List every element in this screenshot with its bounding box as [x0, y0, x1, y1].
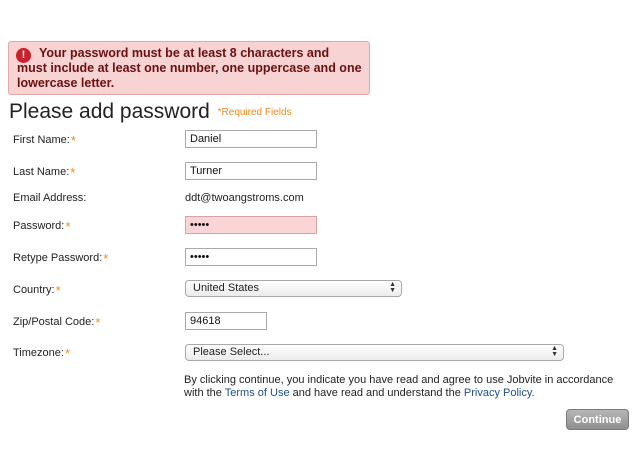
zip-input[interactable] — [185, 312, 267, 330]
required-star: * — [64, 346, 71, 361]
password-label-text: Password: — [13, 220, 65, 232]
zip-label-text: Zip/Postal Code: — [13, 316, 95, 328]
updown-arrows-icon: ▲ ▼ — [551, 345, 558, 358]
timezone-label-text: Timezone: — [13, 347, 64, 359]
required-star: * — [65, 219, 71, 234]
first-name-label: First Name:* — [13, 133, 76, 148]
disclaimer-text: and have read and understand the — [289, 387, 464, 399]
email-value: ddt@twoangstroms.com — [185, 192, 304, 204]
retype-password-input[interactable] — [185, 248, 317, 266]
country-select[interactable]: United States ▲ ▼ — [185, 280, 402, 297]
last-name-input[interactable] — [185, 162, 317, 180]
continue-button[interactable]: Continue — [566, 409, 629, 430]
terms-disclaimer: By clicking continue, you indicate you h… — [184, 374, 629, 400]
password-label: Password:* — [13, 219, 70, 234]
terms-of-use-link[interactable]: Terms of Use — [225, 387, 290, 399]
last-name-label: Last Name:* — [13, 165, 75, 180]
zip-label: Zip/Postal Code:* — [13, 315, 100, 330]
country-select-value: United States — [193, 282, 260, 294]
page-title: Please add password *Required Fields — [9, 100, 292, 124]
password-input[interactable] — [185, 216, 317, 234]
first-name-input[interactable] — [185, 130, 317, 148]
required-star: * — [55, 283, 61, 298]
country-label: Country:* — [13, 283, 61, 298]
email-label: Email Address: — [13, 192, 87, 204]
privacy-policy-link[interactable]: Privacy Policy — [464, 387, 532, 399]
error-banner: ! Your password must be at least 8 chara… — [8, 41, 370, 95]
retype-password-label-text: Retype Password: — [13, 252, 103, 264]
disclaimer-text: . — [531, 387, 535, 399]
timezone-select[interactable]: Please Select... ▲ ▼ — [185, 344, 564, 361]
error-message: Your password must be at least 8 charact… — [17, 46, 362, 90]
first-name-label-text: First Name: — [13, 134, 70, 146]
required-star: * — [95, 315, 101, 330]
required-star: * — [70, 133, 76, 148]
required-star: * — [103, 251, 109, 266]
last-name-label-text: Last Name: — [13, 166, 70, 178]
updown-arrows-icon: ▲ ▼ — [389, 281, 396, 294]
timezone-select-value: Please Select... — [193, 346, 270, 358]
retype-password-label: Retype Password:* — [13, 251, 108, 266]
country-label-text: Country: — [13, 284, 55, 296]
required-star: * — [70, 165, 76, 180]
timezone-label: Timezone:* — [13, 346, 70, 361]
page-title-text: Please add password — [9, 100, 210, 123]
required-fields-note: *Required Fields — [217, 107, 292, 118]
